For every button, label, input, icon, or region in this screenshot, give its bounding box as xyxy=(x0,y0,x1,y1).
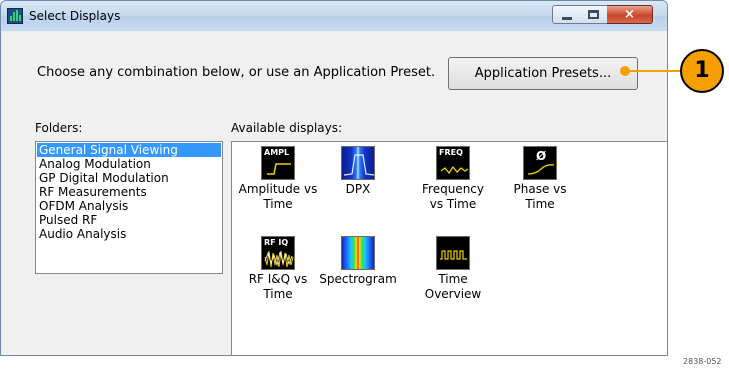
minimize-icon xyxy=(562,17,572,20)
close-button[interactable]: × xyxy=(607,5,653,24)
application-presets-button[interactable]: Application Presets... xyxy=(448,57,638,90)
display-frequency-vs-time[interactable]: FREQ Frequency vs Time xyxy=(407,146,499,212)
display-time-overview[interactable]: Time Overview xyxy=(407,236,499,302)
callout-anchor-dot xyxy=(620,66,630,76)
amplitude-vs-time-icon: AMPL xyxy=(261,146,295,180)
window-title: Select Displays xyxy=(29,9,121,23)
spectrogram-icon xyxy=(341,236,375,270)
display-rf-iq-vs-time[interactable]: RF IQ RF I&Q vs Time xyxy=(232,236,324,302)
display-amplitude-vs-time[interactable]: AMPL Amplitude vs Time xyxy=(232,146,324,212)
available-displays-panel[interactable]: AMPL Amplitude vs Time DPX FREQ Frequenc… xyxy=(231,141,667,355)
display-label: Frequency vs Time xyxy=(422,182,484,211)
time-overview-icon xyxy=(436,236,470,270)
display-label: Spectrogram xyxy=(319,272,397,286)
folder-item-rf-measurements[interactable]: RF Measurements xyxy=(37,185,221,199)
dpx-icon xyxy=(341,146,375,180)
app-icon xyxy=(7,8,23,24)
display-label: DPX xyxy=(345,182,371,196)
phase-vs-time-icon: Ø xyxy=(523,146,557,180)
available-displays-label: Available displays: xyxy=(231,121,343,135)
display-phase-vs-time[interactable]: Ø Phase vs Time xyxy=(494,146,586,212)
display-label: Phase vs Time xyxy=(513,182,567,211)
display-dpx[interactable]: DPX xyxy=(312,146,404,197)
folder-item-analog-modulation[interactable]: Analog Modulation xyxy=(37,157,221,171)
rf-iq-vs-time-icon: RF IQ xyxy=(261,236,295,270)
callout-leader-line xyxy=(625,70,681,72)
select-displays-window: Select Displays × Choose any combination… xyxy=(0,0,668,356)
folder-item-pulsed-rf[interactable]: Pulsed RF xyxy=(37,213,221,227)
close-icon: × xyxy=(624,7,635,22)
instruction-text: Choose any combination below, or use an … xyxy=(37,65,436,80)
folder-item-general-signal-viewing[interactable]: General Signal Viewing xyxy=(37,143,221,157)
maximize-icon xyxy=(588,10,599,19)
display-label: RF I&Q vs Time xyxy=(248,272,308,301)
maximize-button[interactable] xyxy=(580,5,608,24)
frequency-vs-time-icon: FREQ xyxy=(436,146,470,180)
minimize-button[interactable] xyxy=(552,5,581,24)
figure-number: 2838-052 xyxy=(683,357,722,366)
folders-label: Folders: xyxy=(35,121,83,135)
display-label: Time Overview xyxy=(424,272,482,301)
title-bar[interactable]: Select Displays × xyxy=(1,1,667,31)
display-spectrogram[interactable]: Spectrogram xyxy=(312,236,404,287)
folder-item-audio-analysis[interactable]: Audio Analysis xyxy=(37,227,221,241)
folders-listbox[interactable]: General Signal Viewing Analog Modulation… xyxy=(35,141,223,274)
display-label: Amplitude vs Time xyxy=(238,182,318,211)
folder-item-gp-digital-modulation[interactable]: GP Digital Modulation xyxy=(37,171,221,185)
callout-number-1: 1 xyxy=(680,49,724,93)
folder-item-ofdm-analysis[interactable]: OFDM Analysis xyxy=(37,199,221,213)
